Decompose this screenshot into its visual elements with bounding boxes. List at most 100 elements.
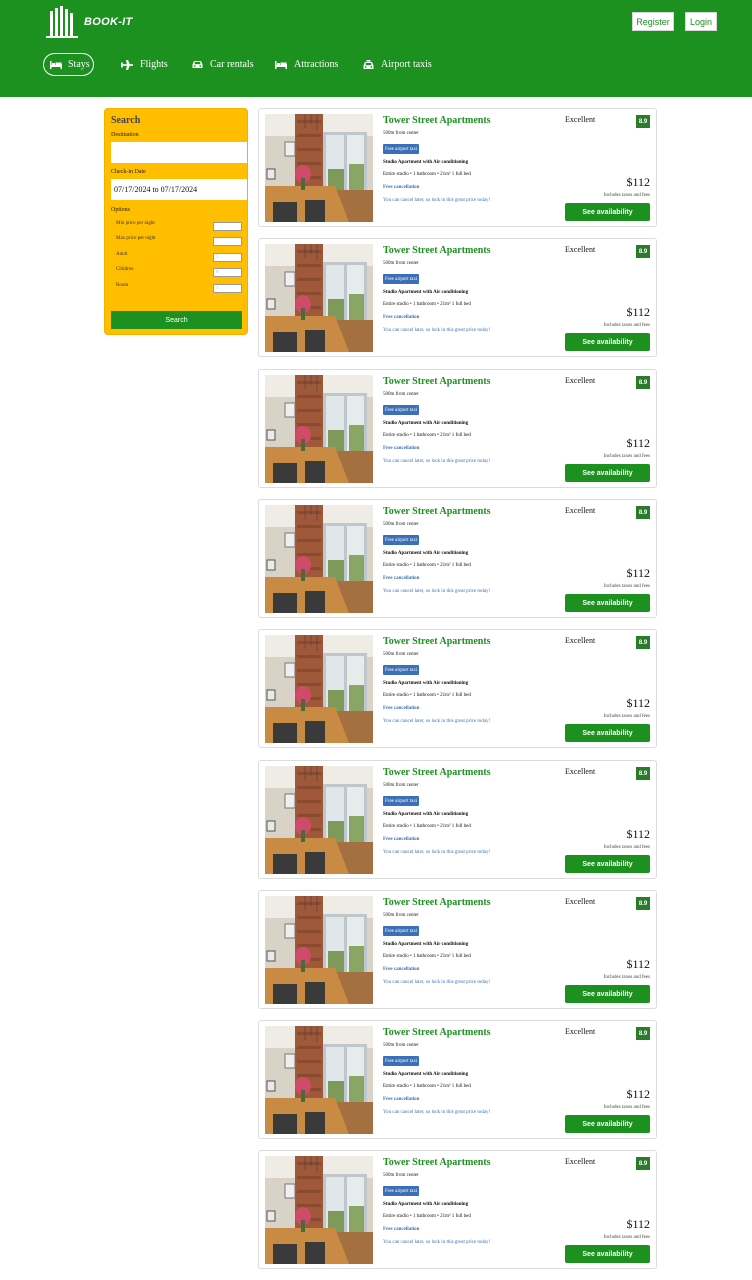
- listing-distance: 500m from center: [383, 1043, 419, 1048]
- adult-input[interactable]: 1: [213, 253, 242, 262]
- listing-distance: 500m from center: [383, 522, 419, 527]
- free-cancellation: Free cancellation: [383, 185, 420, 190]
- listing-card: Tower Street Apartments 500m from center…: [258, 760, 657, 879]
- see-availability-button[interactable]: See availability: [565, 333, 650, 351]
- cancellation-note: You can cancel later, so lock in this gr…: [383, 719, 491, 724]
- cancellation-note: You can cancel later, so lock in this gr…: [383, 589, 491, 594]
- rating-label: Excellent: [565, 1027, 596, 1036]
- max-price-input[interactable]: [213, 237, 242, 246]
- rating-label: Excellent: [565, 376, 596, 385]
- rating-badge: 8.9: [636, 115, 650, 128]
- free-cancellation: Free cancellation: [383, 967, 420, 972]
- rating-label: Excellent: [565, 245, 596, 254]
- listing-photo[interactable]: [265, 505, 373, 613]
- cancellation-note: You can cancel later, so lock in this gr…: [383, 198, 491, 203]
- listing-photo[interactable]: [265, 114, 373, 222]
- rating-label: Excellent: [565, 897, 596, 906]
- free-cancellation: Free cancellation: [383, 1097, 420, 1102]
- checkin-date-input[interactable]: 07/17/2024 to 07/17/2024: [111, 179, 247, 200]
- rating-badge: 8.9: [636, 376, 650, 389]
- nav-flights[interactable]: Flights: [120, 53, 168, 76]
- room-type: Studio Apartment with Air conditioning: [383, 551, 469, 556]
- listing-distance: 500m from center: [383, 1173, 419, 1178]
- nav-car-rentals[interactable]: Car rentals: [190, 53, 254, 76]
- listing-card: Tower Street Apartments 500m from center…: [258, 499, 657, 618]
- room-type: Studio Apartment with Air conditioning: [383, 290, 469, 295]
- listing-name[interactable]: Tower Street Apartments: [383, 376, 491, 387]
- nav-label: Stays: [68, 59, 90, 70]
- listing-photo[interactable]: [265, 635, 373, 743]
- room-type: Studio Apartment with Air conditioning: [383, 160, 469, 165]
- rating-label: Excellent: [565, 115, 596, 124]
- room-type: Studio Apartment with Air conditioning: [383, 812, 469, 817]
- room-details: Entire studio • 1 bathroom • 21m² 1 full…: [383, 172, 471, 177]
- nav-stays[interactable]: Stays: [43, 53, 94, 76]
- listing-price: $112: [626, 175, 650, 189]
- login-button[interactable]: Login: [685, 12, 717, 31]
- cancellation-note: You can cancel later, so lock in this gr…: [383, 459, 491, 464]
- rating-badge: 8.9: [636, 897, 650, 910]
- listing-photo[interactable]: [265, 896, 373, 1004]
- tax-note: Includes taxes and fees: [603, 1105, 650, 1110]
- listing-photo[interactable]: [265, 1156, 373, 1264]
- see-availability-button[interactable]: See availability: [565, 724, 650, 742]
- see-availability-button[interactable]: See availability: [565, 1115, 650, 1133]
- search-button[interactable]: Search: [111, 311, 242, 329]
- option-label: Room: [116, 283, 129, 288]
- see-availability-button[interactable]: See availability: [565, 985, 650, 1003]
- listing-name[interactable]: Tower Street Apartments: [383, 245, 491, 256]
- option-room: Room 1: [116, 283, 242, 293]
- listing-name[interactable]: Tower Street Apartments: [383, 897, 491, 908]
- nav-airport-taxis[interactable]: Airport taxis: [361, 53, 432, 76]
- see-availability-button[interactable]: See availability: [565, 464, 650, 482]
- listing-name[interactable]: Tower Street Apartments: [383, 1157, 491, 1168]
- listing-photo[interactable]: [265, 375, 373, 483]
- listing-card: Tower Street Apartments 500m from center…: [258, 1020, 657, 1139]
- listing-card: Tower Street Apartments 500m from center…: [258, 369, 657, 488]
- destination-input[interactable]: [111, 142, 247, 163]
- building-icon: [46, 6, 78, 38]
- room-type: Studio Apartment with Air conditioning: [383, 1072, 469, 1077]
- rating-badge: 8.9: [636, 767, 650, 780]
- tax-note: Includes taxes and fees: [603, 975, 650, 980]
- room-details: Entire studio • 1 bathroom • 21m² 1 full…: [383, 1084, 471, 1089]
- listing-name[interactable]: Tower Street Apartments: [383, 115, 491, 126]
- children-input[interactable]: 0: [213, 268, 242, 277]
- cancellation-note: You can cancel later, so lock in this gr…: [383, 980, 491, 985]
- listing-name[interactable]: Tower Street Apartments: [383, 767, 491, 778]
- brand-name: BOOK-IT: [84, 16, 133, 28]
- destination-label: Destination: [111, 132, 139, 138]
- see-availability-button[interactable]: See availability: [565, 594, 650, 612]
- see-availability-button[interactable]: See availability: [565, 203, 650, 221]
- listing-name[interactable]: Tower Street Apartments: [383, 506, 491, 517]
- tax-note: Includes taxes and fees: [603, 714, 650, 719]
- nav-label: Airport taxis: [381, 59, 432, 70]
- min-price-input[interactable]: [213, 222, 242, 231]
- room-input[interactable]: 1: [213, 284, 242, 293]
- room-type: Studio Apartment with Air conditioning: [383, 1202, 469, 1207]
- see-availability-button[interactable]: See availability: [565, 1245, 650, 1263]
- see-availability-button[interactable]: See availability: [565, 855, 650, 873]
- free-cancellation: Free cancellation: [383, 706, 420, 711]
- tax-note: Includes taxes and fees: [603, 454, 650, 459]
- listing-price: $112: [626, 1217, 650, 1231]
- register-button[interactable]: Register: [632, 12, 674, 31]
- logo[interactable]: BOOK-IT: [44, 5, 134, 39]
- rating-badge: 8.9: [636, 1027, 650, 1040]
- free-cancellation: Free cancellation: [383, 446, 420, 451]
- free-taxi-badge: Free airport taxi: [383, 1186, 420, 1196]
- listing-price: $112: [626, 827, 650, 841]
- listing-name[interactable]: Tower Street Apartments: [383, 636, 491, 647]
- listing-distance: 500m from center: [383, 131, 419, 136]
- listing-photo[interactable]: [265, 766, 373, 874]
- nav-attractions[interactable]: Attractions: [274, 53, 338, 76]
- rating-label: Excellent: [565, 767, 596, 776]
- listing-distance: 500m from center: [383, 652, 419, 657]
- listing-photo[interactable]: [265, 1026, 373, 1134]
- listing-photo[interactable]: [265, 244, 373, 352]
- room-details: Entire studio • 1 bathroom • 21m² 1 full…: [383, 1214, 471, 1219]
- option-max-price: Max price per night: [116, 236, 242, 246]
- listing-name[interactable]: Tower Street Apartments: [383, 1027, 491, 1038]
- free-cancellation: Free cancellation: [383, 315, 420, 320]
- tax-note: Includes taxes and fees: [603, 845, 650, 850]
